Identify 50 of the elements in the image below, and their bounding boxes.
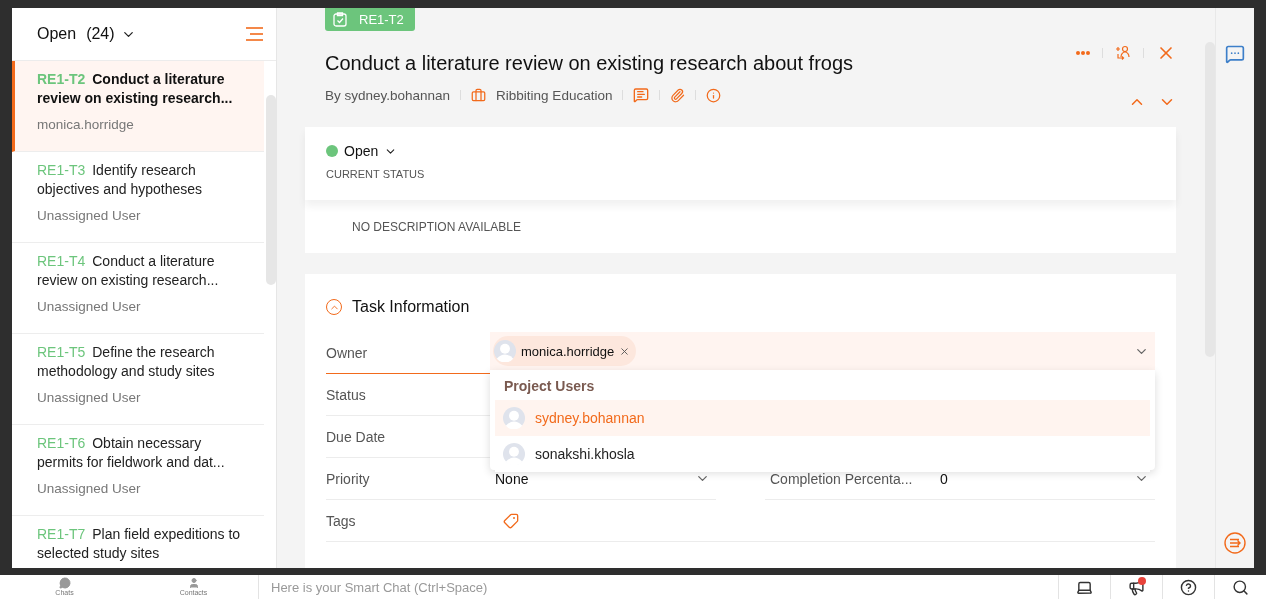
remove-icon[interactable] [619, 345, 631, 357]
task-list-item[interactable]: RE1-T2 Conduct a literature review on existing research... monica.horridge [12, 61, 265, 152]
task-title: RE1-T3 Identify research objectives and hypotheses [37, 161, 203, 199]
task-title: RE1-T6 Obtain necessary permits for fieldwork and dat... [37, 434, 226, 472]
field-label: Tags [326, 500, 490, 542]
comment-icon[interactable] [633, 87, 650, 103]
project-link[interactable]: Ribbiting Education [496, 87, 613, 103]
task-assignee: Unassigned User [37, 299, 142, 314]
group-heading: Project Users [503, 377, 596, 396]
task-title: RE1-T4 Conduct a literature review on existing research... [37, 252, 220, 290]
task-badge: RE1-T2 [325, 8, 415, 31]
collapse-panel-icon[interactable] [1224, 532, 1246, 554]
task-title: RE1-T5 Define the research methodology and study sites [37, 343, 216, 381]
status-dropdown[interactable]: Open [326, 143, 398, 159]
owner-chip[interactable]: monica.horridge [493, 336, 637, 366]
filter-dropdown[interactable]: Open (24) [37, 25, 136, 43]
task-heading: Conduct a literature review on existing research about frogs [325, 51, 854, 76]
task-assignee: Unassigned User [37, 390, 142, 405]
assign-user-icon[interactable] [1115, 45, 1131, 61]
field-value: 0 [940, 470, 949, 487]
clipboard-check-icon [333, 12, 347, 27]
owner-name: monica.horridge [521, 343, 615, 359]
task-assignee: monica.horridge [37, 117, 135, 132]
chat-bubble-icon [58, 577, 71, 589]
more-icon [1076, 51, 1090, 55]
add-tag-icon[interactable] [503, 512, 519, 529]
paperclip-icon[interactable] [670, 87, 686, 103]
info-icon[interactable] [706, 87, 722, 103]
owner-field[interactable]: monica.horridge [490, 332, 1155, 370]
scrollbar-thumb[interactable] [266, 95, 276, 285]
search-icon [1232, 578, 1249, 596]
description-text: NO DESCRIPTION AVAILABLE [352, 220, 521, 234]
section-title: Task Information [352, 298, 470, 316]
field-label: Priority [326, 458, 490, 500]
task-assignee: Unassigned User [37, 208, 142, 223]
avatar-icon [494, 340, 516, 362]
more-button[interactable] [1076, 51, 1090, 55]
avatar-icon [503, 407, 525, 429]
field-label: Completion Percenta... [770, 470, 914, 487]
task-title: RE1-T2 Conduct a literature review on existing research... [37, 70, 234, 108]
task-title: RE1-T7 Plan field expeditions to selected study sites [37, 525, 242, 563]
task-author: By sydney.bohannan [325, 87, 451, 103]
avatar-icon [503, 443, 525, 465]
person-icon [187, 577, 200, 589]
help-icon [1180, 578, 1197, 596]
menu-icon[interactable] [246, 27, 263, 41]
briefcase-icon [471, 87, 487, 103]
task-assignee: Unassigned User [37, 481, 142, 496]
chat-icon[interactable] [1225, 44, 1245, 64]
status-caption: CURRENT STATUS [326, 168, 426, 180]
